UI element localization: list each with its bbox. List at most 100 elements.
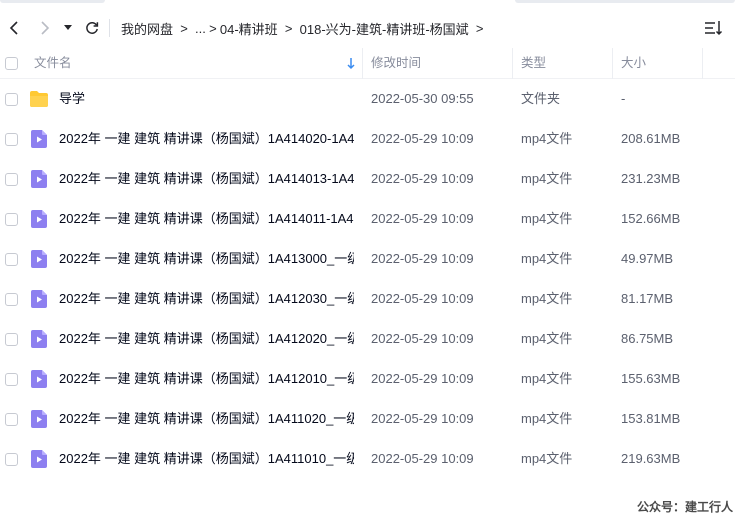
video-file-icon <box>31 250 47 268</box>
file-modified: 2022-05-29 10:09 <box>371 171 474 186</box>
file-row[interactable]: 导学 2022-05-30 09:55 文件夹 - <box>0 79 735 119</box>
file-modified: 2022-05-29 10:09 <box>371 251 474 266</box>
file-name[interactable]: 2022年 一建 建筑 精讲课（杨国斌）1A412030_一级... <box>59 279 354 319</box>
file-modified: 2022-05-30 09:55 <box>371 91 474 106</box>
file-size: 231.23MB <box>621 171 681 186</box>
file-type: mp4文件 <box>521 451 573 466</box>
sort-down-arrow-icon <box>347 58 355 70</box>
row-checkbox[interactable] <box>5 93 18 106</box>
file-modified: 2022-05-29 10:09 <box>371 291 474 306</box>
refresh-icon <box>86 22 99 34</box>
forward-button[interactable] <box>34 16 56 40</box>
sort-menu-button[interactable] <box>703 19 723 37</box>
file-type: mp4文件 <box>521 171 573 186</box>
caret-down-icon <box>64 25 72 30</box>
file-row[interactable]: 2022年 一建 建筑 精讲课（杨国斌）1A412010_一级... 2022-0… <box>0 359 735 399</box>
header-modified[interactable]: 修改时间 <box>371 48 421 79</box>
row-checkbox[interactable] <box>5 453 18 466</box>
header-type[interactable]: 类型 <box>521 48 546 79</box>
file-size: 208.61MB <box>621 131 681 146</box>
video-file-icon <box>31 170 47 188</box>
video-file-icon <box>31 210 47 228</box>
history-dropdown-button[interactable] <box>61 16 75 40</box>
file-modified: 2022-05-29 10:09 <box>371 411 474 426</box>
breadcrumb-separator: > <box>475 20 484 36</box>
column-divider[interactable] <box>512 48 513 79</box>
breadcrumb-current-folder[interactable]: 018-兴为-建筑-精讲班-杨国斌 <box>300 19 469 38</box>
breadcrumb-separator: > <box>180 20 188 36</box>
select-all-checkbox[interactable] <box>5 57 18 70</box>
row-checkbox[interactable] <box>5 133 18 146</box>
row-checkbox[interactable] <box>5 373 18 386</box>
breadcrumb-ellipsis[interactable]: ... <box>195 21 206 36</box>
header-name[interactable]: 文件名 <box>34 48 72 79</box>
file-size: 49.97MB <box>621 251 674 266</box>
row-checkbox[interactable] <box>5 293 18 306</box>
sort-list-icon <box>705 21 723 36</box>
file-type: mp4文件 <box>521 251 573 266</box>
refresh-button[interactable] <box>81 16 103 40</box>
video-file-icon <box>31 130 47 148</box>
file-type: mp4文件 <box>521 291 573 306</box>
file-type: mp4文件 <box>521 371 573 386</box>
file-type: mp4文件 <box>521 331 573 346</box>
row-checkbox[interactable] <box>5 213 18 226</box>
file-name[interactable]: 2022年 一建 建筑 精讲课（杨国斌）1A414011-1A4... <box>59 199 354 239</box>
file-row[interactable]: 2022年 一建 建筑 精讲课（杨国斌）1A411020_一级... 2022-0… <box>0 399 735 439</box>
file-size: 81.17MB <box>621 291 674 306</box>
file-type: 文件夹 <box>521 91 561 106</box>
file-name[interactable]: 导学 <box>59 79 354 119</box>
folder-icon <box>30 91 48 107</box>
header-size[interactable]: 大小 <box>621 48 646 79</box>
file-name[interactable]: 2022年 一建 建筑 精讲课（杨国斌）1A411010_一级... <box>59 439 354 479</box>
file-size: 86.75MB <box>621 331 674 346</box>
file-row[interactable]: 2022年 一建 建筑 精讲课（杨国斌）1A413000_一级... 2022-0… <box>0 239 735 279</box>
file-size: - <box>621 91 626 106</box>
file-row[interactable]: 2022年 一建 建筑 精讲课（杨国斌）1A411010_一级... 2022-0… <box>0 439 735 479</box>
file-size: 155.63MB <box>621 371 681 386</box>
file-name[interactable]: 2022年 一建 建筑 精讲课（杨国斌）1A411020_一级... <box>59 399 354 439</box>
video-file-icon <box>31 290 47 308</box>
watermark: 公众号：建工行人 <box>636 500 733 514</box>
file-modified: 2022-05-29 10:09 <box>371 451 474 466</box>
file-size: 219.63MB <box>621 451 681 466</box>
file-name[interactable]: 2022年 一建 建筑 精讲课（杨国斌）1A412020_一级... <box>59 319 354 359</box>
back-button[interactable] <box>3 16 25 40</box>
sort-direction[interactable] <box>346 48 356 79</box>
navigation-toolbar: 我的网盘 > ... > 04-精讲班 > 018-兴为-建筑-精讲班-杨国斌 … <box>0 8 735 48</box>
row-checkbox[interactable] <box>5 333 18 346</box>
file-size: 152.66MB <box>621 211 681 226</box>
file-name[interactable]: 2022年 一建 建筑 精讲课（杨国斌）1A414020-1A4... <box>59 119 354 159</box>
video-file-icon <box>31 450 47 468</box>
breadcrumb-folder-04[interactable]: 04-精讲班 <box>220 19 278 38</box>
file-row[interactable]: 2022年 一建 建筑 精讲课（杨国斌）1A414013-1A4... 2022-… <box>0 159 735 199</box>
breadcrumb-my-drive[interactable]: 我的网盘 <box>121 19 173 38</box>
breadcrumb-separator: > <box>284 20 293 36</box>
column-divider[interactable] <box>702 48 703 79</box>
top-search-fragment <box>515 0 735 3</box>
toolbar-divider <box>109 19 110 37</box>
file-type: mp4文件 <box>521 131 573 146</box>
file-row[interactable]: 2022年 一建 建筑 精讲课（杨国斌）1A414011-1A4... 2022-… <box>0 199 735 239</box>
file-row[interactable]: 2022年 一建 建筑 精讲课（杨国斌）1A412020_一级... 2022-0… <box>0 319 735 359</box>
row-checkbox[interactable] <box>5 253 18 266</box>
file-modified: 2022-05-29 10:09 <box>371 331 474 346</box>
file-list-header: 文件名 修改时间 类型 大小 <box>0 48 735 79</box>
file-type: mp4文件 <box>521 411 573 426</box>
file-row[interactable]: 2022年 一建 建筑 精讲课（杨国斌）1A412030_一级... 2022-0… <box>0 279 735 319</box>
breadcrumb: 我的网盘 > ... > 04-精讲班 > 018-兴为-建筑-精讲班-杨国斌 … <box>121 19 491 38</box>
file-modified: 2022-05-29 10:09 <box>371 131 474 146</box>
file-name[interactable]: 2022年 一建 建筑 精讲课（杨国斌）1A412010_一级... <box>59 359 354 399</box>
file-name[interactable]: 2022年 一建 建筑 精讲课（杨国斌）1A414013-1A4... <box>59 159 354 199</box>
file-name[interactable]: 2022年 一建 建筑 精讲课（杨国斌）1A413000_一级... <box>59 239 354 279</box>
chevron-right-icon <box>41 21 50 35</box>
file-row[interactable]: 2022年 一建 建筑 精讲课（杨国斌）1A414020-1A4... 2022-… <box>0 119 735 159</box>
breadcrumb-separator: > <box>209 20 217 36</box>
video-file-icon <box>31 330 47 348</box>
column-divider[interactable] <box>612 48 613 79</box>
column-divider[interactable] <box>362 48 363 79</box>
row-checkbox[interactable] <box>5 173 18 186</box>
file-size: 153.81MB <box>621 411 681 426</box>
top-tab-fragment <box>0 0 105 3</box>
row-checkbox[interactable] <box>5 413 18 426</box>
